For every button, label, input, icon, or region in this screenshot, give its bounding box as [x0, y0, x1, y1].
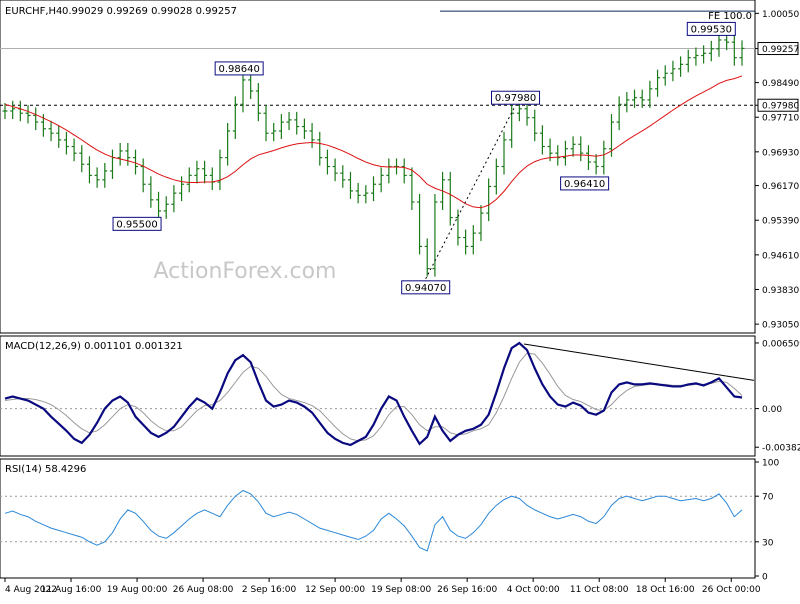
- time-axis-label: 18 Oct 16:00: [636, 585, 695, 595]
- macd-axis-label: 0.00: [762, 405, 782, 415]
- chart-svg: ActionForex.com 0.98640 0.95500 0.94070 0.9…: [0, 0, 800, 595]
- time-axis-label: 19 Sep 08:00: [371, 585, 431, 595]
- fe-label: FE 100.0: [708, 11, 752, 22]
- price-axis-label: 0.97710: [762, 114, 799, 124]
- rsi-axis-label: 30: [762, 538, 774, 548]
- watermark-text: ActionForex.com: [154, 259, 337, 284]
- time-axis-label: 12 Sep 00:00: [305, 585, 365, 595]
- price-annotation-label: 0.98640: [218, 64, 259, 75]
- price-axis-label: 0.99257: [762, 45, 799, 55]
- price-axis-label: 0.96930: [762, 148, 799, 158]
- price-annotation-label: 0.94070: [405, 283, 446, 294]
- macd-panel: [0, 335, 756, 457]
- time-axis-label: 4 Oct 00:00: [507, 585, 560, 595]
- header-ohlc: 0.99029 0.99269 0.99028 0.99257: [62, 6, 237, 17]
- price-axis-label: 0.95390: [762, 217, 799, 227]
- price-panel: [0, 0, 756, 334]
- macd-title: MACD(12,26,9) 0.001101 0.001321: [5, 341, 183, 352]
- time-axis-label: 26 Oct 00:00: [702, 585, 761, 595]
- price-annotation-label: 0.99530: [691, 24, 732, 35]
- chart-stage: ActionForex.com 0.98640 0.95500 0.94070 0.9…: [0, 0, 800, 600]
- price-annotation-label: 0.96410: [564, 179, 605, 190]
- macd-axis-label: -0.003828: [762, 444, 800, 454]
- time-axis-label: 2 Sep 16:00: [242, 585, 297, 595]
- time-axis-label: 11 Aug 16:00: [41, 585, 102, 595]
- macd-axis-label: 0.006509: [762, 339, 800, 349]
- price-axis-label: 0.93050: [762, 321, 799, 331]
- price-annotation-label: 0.95500: [116, 219, 157, 230]
- rsi-title: RSI(14) 58.4296: [5, 464, 86, 475]
- time-axis-label: 11 Oct 08:00: [570, 585, 629, 595]
- rsi-axis-label: 100: [762, 459, 779, 469]
- rsi-panel: [0, 458, 756, 579]
- rsi-axis-label: 0: [762, 573, 768, 583]
- price-axis-label: 0.98490: [762, 79, 799, 89]
- price-axis-label: 0.93830: [762, 286, 799, 296]
- price-axis-label: 1.00050: [762, 10, 799, 20]
- price-axis-label: 0.94610: [762, 251, 799, 261]
- price-annotation-label: 0.97980: [495, 93, 536, 104]
- price-axis-label: 0.96170: [762, 182, 799, 192]
- header-symbol: EURCHF,H4: [5, 6, 62, 17]
- rsi-axis-label: 70: [762, 493, 774, 503]
- time-axis-label: 26 Sep 16:00: [437, 585, 497, 595]
- time-axis-label: 26 Aug 08:00: [173, 585, 234, 595]
- price-axis-label: 0.97980: [762, 102, 799, 112]
- time-axis-label: 19 Aug 00:00: [107, 585, 168, 595]
